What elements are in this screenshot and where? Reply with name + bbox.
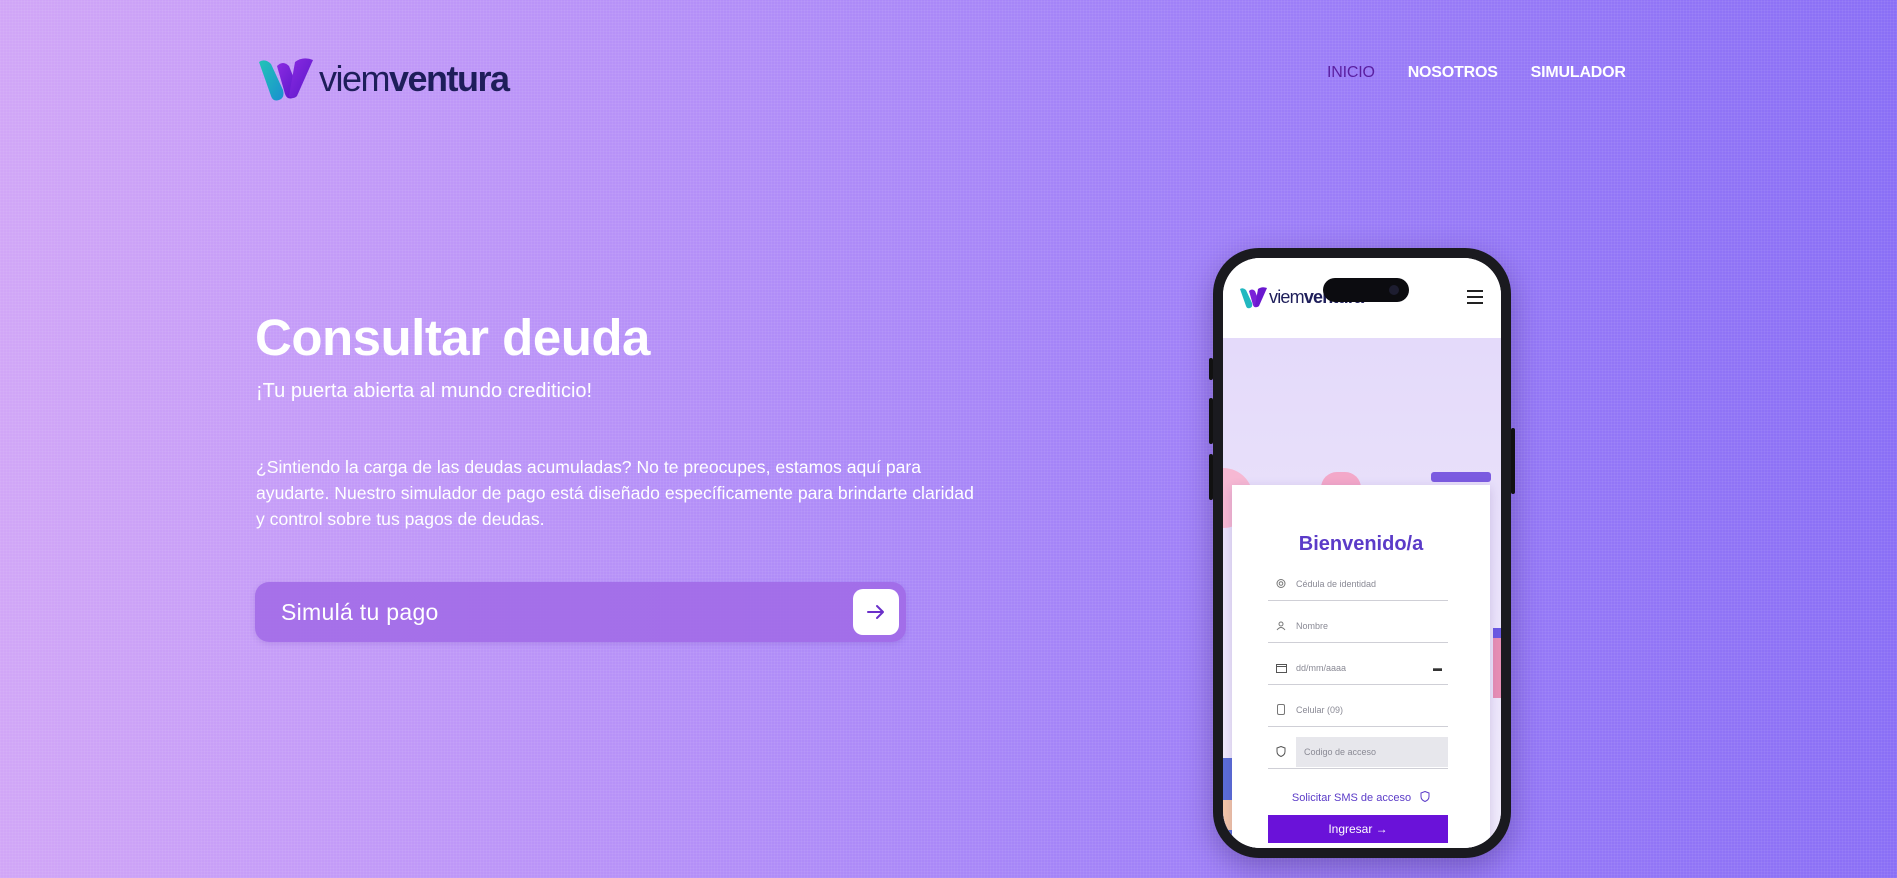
nav-link-nosotros[interactable]: NOSOTROS [1408,64,1498,82]
arrow-right-icon [853,589,899,635]
logo-mark-icon [259,58,313,101]
brand-logo[interactable]: viemventura [257,56,510,102]
simulate-payment-label: Simulá tu pago [281,598,439,625]
user-icon [1274,619,1288,633]
brand-wordmark: viemventura [319,58,510,99]
phone-screen: viemventura Bienvenido/a Cédula de ident… [1223,258,1501,848]
date-picker-icon[interactable]: ▬ [1433,663,1442,673]
hero-description: ¿Sintiendo la carga de las deudas acumul… [256,457,974,529]
shield-icon [1274,745,1288,759]
mobile-icon [1274,703,1288,717]
phone-mockup: viemventura Bienvenido/a Cédula de ident… [1209,248,1515,858]
simulate-payment-button[interactable]: Simulá tu pago [255,582,906,642]
login-card-title: Bienvenido/a [1298,533,1424,555]
login-submit-button[interactable]: Ingresar → [1268,815,1448,843]
nav-link-inicio[interactable]: INICIO [1327,64,1375,82]
request-sms-link[interactable]: Solicitar SMS de acceso [1232,790,1490,804]
calendar-icon [1274,661,1288,675]
birthdate-field[interactable]: dd/mm/aaaa ▬ [1268,651,1448,685]
access-code-field[interactable]: Codigo de acceso [1268,735,1448,769]
dynamic-island [1323,278,1409,302]
phone-background-illustration: Bienvenido/a Cédula de identidad Nombre [1223,338,1501,848]
name-field[interactable]: Nombre [1268,609,1448,643]
hero-subtitle: ¡Tu puerta abierta al mundo crediticio! [256,380,593,402]
mobile-field[interactable]: Celular (09) [1268,693,1448,727]
main-nav: INICIO NOSOTROS SIMULADOR [1327,64,1626,82]
hero-title: Consultar deuda [255,309,650,366]
shield-icon [1420,790,1430,803]
login-card: Bienvenido/a Cédula de identidad Nombre [1232,485,1490,848]
id-number-field[interactable]: Cédula de identidad [1268,567,1448,601]
fingerprint-icon [1274,577,1288,591]
hamburger-menu-icon[interactable] [1467,290,1483,308]
nav-link-simulador[interactable]: SIMULADOR [1531,64,1626,82]
logo-mark-icon [1240,287,1267,309]
